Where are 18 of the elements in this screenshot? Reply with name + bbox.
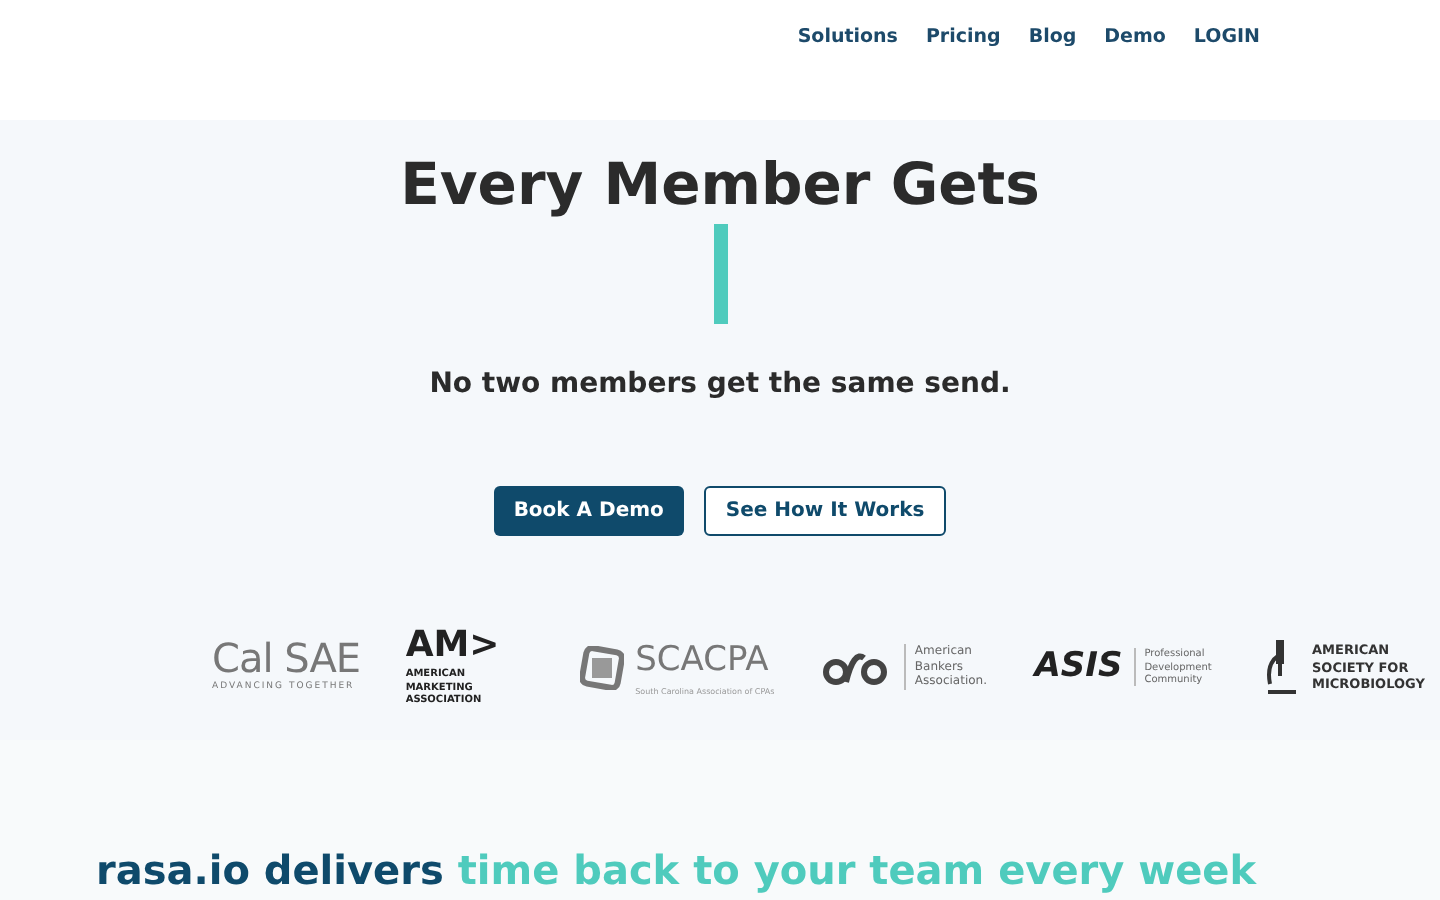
nav-link[interactable]: Demo — [1104, 24, 1166, 53]
how-it-works-button[interactable]: See How It Works — [703, 486, 947, 537]
hero-subtitle: No two members get the same send. — [429, 366, 1011, 405]
heading-lead: rasa.io delivers — [96, 846, 444, 894]
logo-wordmark: Cal SAE — [212, 638, 361, 679]
heading-highlight: time back to your team every week — [457, 846, 1257, 894]
logo-wordmark: SCACPA — [635, 637, 771, 684]
book-demo-button[interactable]: Book A Demo — [493, 486, 684, 537]
logo-wordmark: ASIS — [1034, 650, 1123, 685]
loops-logo-icon — [820, 649, 893, 686]
square-logo-icon — [579, 645, 624, 690]
nav-link[interactable]: LOGIN — [1193, 24, 1260, 53]
nav-link[interactable]: Pricing — [925, 24, 1001, 53]
logo-wordmark: AM> — [405, 628, 500, 665]
nav-link[interactable]: Blog — [1028, 24, 1077, 53]
hero-title: Every Member Gets — [400, 148, 1040, 221]
accent-bar — [713, 224, 727, 325]
nav-link[interactable]: Solutions — [797, 24, 898, 53]
